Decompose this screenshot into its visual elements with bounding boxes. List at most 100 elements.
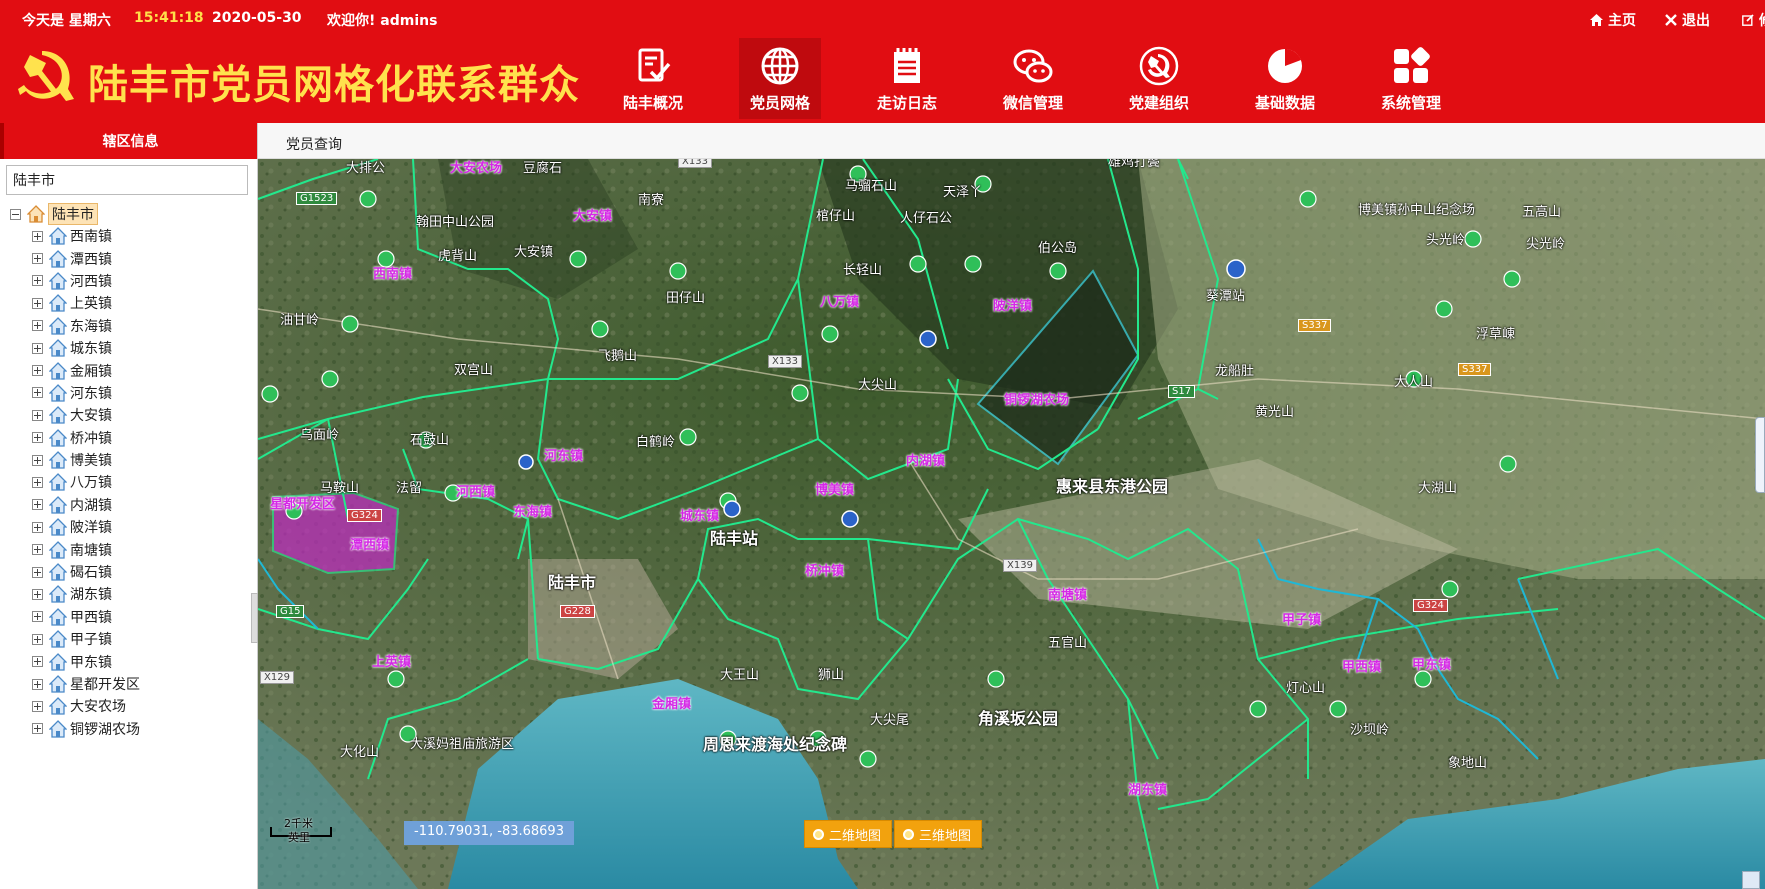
place-label: 狮山 [818, 668, 845, 683]
place-label: 惠来县东港公园 [1056, 477, 1169, 496]
map-side-panel-handle[interactable] [1755, 417, 1765, 493]
expand-toggle[interactable] [32, 454, 43, 466]
region-search-input[interactable] [6, 165, 248, 195]
scale-unit-mile: 英里 [288, 831, 310, 844]
expand-toggle[interactable] [32, 678, 43, 690]
tree-node[interactable]: 博美镇 [10, 449, 250, 471]
expand-toggle[interactable] [32, 723, 43, 735]
tree-node[interactable]: 上英镇 [10, 292, 250, 314]
tree-node[interactable]: 桥冲镇 [10, 427, 250, 449]
tree-node-label: 湖东镇 [70, 587, 112, 604]
tree-node[interactable]: 星都开发区 [10, 673, 250, 695]
town-label[interactable]: 上英镇 [372, 651, 411, 670]
tree-node[interactable]: 河西镇 [10, 270, 250, 292]
tree-node-root[interactable]: 陆丰市 [10, 203, 250, 225]
town-label[interactable]: 西南镇 [373, 263, 412, 282]
expand-toggle[interactable] [32, 230, 43, 242]
place-label: 象地山 [1448, 756, 1488, 771]
place-label: 法留 [396, 481, 423, 496]
tree-node[interactable]: 陂洋镇 [10, 516, 250, 538]
town-label[interactable]: 河西镇 [456, 481, 495, 500]
logout-link[interactable]: 退出 [1665, 10, 1710, 30]
expand-toggle[interactable] [32, 409, 43, 421]
nav-item-party-org[interactable]: 党建组织 [1096, 38, 1222, 119]
tree-node[interactable]: 西南镇 [10, 225, 250, 247]
town-label[interactable]: 城东镇 [680, 505, 719, 524]
modify-label: 修 [1759, 10, 1765, 30]
tree-node[interactable]: 南塘镇 [10, 538, 250, 560]
tree-node[interactable]: 潭西镇 [10, 247, 250, 269]
map-view[interactable]: 大安农场 大安镇 西南镇 八万镇 陂洋镇 铜锣湖农场 河东镇 内湖镇 星都开发区… [258, 159, 1765, 889]
expand-toggle[interactable] [32, 544, 43, 556]
town-label[interactable]: 湖东镇 [1128, 779, 1167, 798]
expand-toggle[interactable] [32, 611, 43, 623]
nav-item-visit-log[interactable]: 走访日志 [844, 38, 970, 119]
expand-toggle[interactable] [32, 320, 43, 332]
nav-item-wechat[interactable]: 微信管理 [970, 38, 1096, 119]
town-label[interactable]: 潭西镇 [350, 534, 389, 553]
expand-toggle[interactable] [32, 253, 43, 265]
tree-node[interactable]: 八万镇 [10, 471, 250, 493]
town-label[interactable]: 甲西镇 [1342, 656, 1381, 675]
expand-toggle[interactable] [32, 656, 43, 668]
tree-node[interactable]: 城东镇 [10, 337, 250, 359]
town-label[interactable]: 桥冲镇 [805, 560, 844, 579]
expand-toggle[interactable] [32, 342, 43, 354]
town-label[interactable]: 内湖镇 [906, 450, 945, 469]
house-icon [49, 227, 67, 245]
tree-node[interactable]: 湖东镇 [10, 583, 250, 605]
nav-item-base-data[interactable]: 基础数据 [1222, 38, 1348, 119]
expand-toggle[interactable] [32, 275, 43, 287]
home-link[interactable]: 主页 [1590, 10, 1636, 30]
expand-toggle[interactable] [32, 499, 43, 511]
tree-node[interactable]: 河东镇 [10, 382, 250, 404]
expand-toggle[interactable] [32, 297, 43, 309]
tree-node[interactable]: 甲东镇 [10, 650, 250, 672]
town-label[interactable]: 博美镇 [815, 479, 854, 498]
town-label[interactable]: 陂洋镇 [993, 295, 1032, 314]
expand-toggle[interactable] [32, 521, 43, 533]
nav-item-member-grid[interactable]: 党员网格 [739, 38, 821, 119]
town-label[interactable]: 大安镇 [573, 205, 612, 224]
tree-node[interactable]: 东海镇 [10, 315, 250, 337]
house-icon [49, 316, 67, 335]
tree-node[interactable]: 碣石镇 [10, 561, 250, 583]
expand-toggle[interactable] [32, 633, 43, 645]
town-label[interactable]: 南塘镇 [1048, 584, 1087, 603]
town-label[interactable]: 铜锣湖农场 [1004, 389, 1069, 408]
expand-toggle[interactable] [32, 588, 43, 600]
sidebar-collapse-handle[interactable] [251, 593, 258, 643]
modify-password-link[interactable]: 修 [1742, 10, 1765, 30]
map-canvas[interactable] [258, 159, 1765, 889]
tree-node[interactable]: 大安镇 [10, 404, 250, 426]
town-label[interactable]: 甲子镇 [1282, 609, 1321, 628]
tree-node[interactable]: 甲子镇 [10, 628, 250, 650]
tree-node[interactable]: 金厢镇 [10, 359, 250, 381]
town-label[interactable]: 八万镇 [820, 291, 859, 310]
map-2d-button[interactable]: 二维地图 [804, 820, 893, 848]
tab-member-query[interactable]: 党员查询 [286, 134, 342, 154]
map-resize-icon[interactable] [1742, 871, 1760, 889]
town-label[interactable]: 东海镇 [513, 501, 552, 520]
nav-item-system[interactable]: 系统管理 [1348, 38, 1474, 119]
tree-node[interactable]: 甲西镇 [10, 606, 250, 628]
expand-toggle[interactable] [32, 365, 43, 377]
town-label[interactable]: 河东镇 [544, 445, 583, 464]
expand-toggle[interactable] [32, 566, 43, 578]
expand-toggle[interactable] [32, 700, 43, 712]
expand-toggle[interactable] [32, 476, 43, 488]
nav-item-overview[interactable]: 陆丰概况 [590, 38, 716, 119]
tree-node[interactable]: 内湖镇 [10, 494, 250, 516]
town-label[interactable]: 金厢镇 [652, 693, 691, 712]
radio-dot-icon [813, 828, 824, 840]
map-3d-button[interactable]: 三维地图 [894, 820, 983, 848]
expand-toggle[interactable] [32, 432, 43, 444]
nav-label: 微信管理 [1002, 94, 1063, 112]
home-label: 主页 [1608, 13, 1636, 29]
tree-node[interactable]: 铜锣湖农场 [10, 718, 250, 740]
town-label[interactable]: 甲东镇 [1412, 654, 1451, 673]
tree-node[interactable]: 大安农场 [10, 695, 250, 717]
town-label[interactable]: 大安农场 [450, 159, 502, 176]
expand-toggle[interactable] [32, 387, 43, 399]
collapse-toggle[interactable] [10, 208, 21, 220]
